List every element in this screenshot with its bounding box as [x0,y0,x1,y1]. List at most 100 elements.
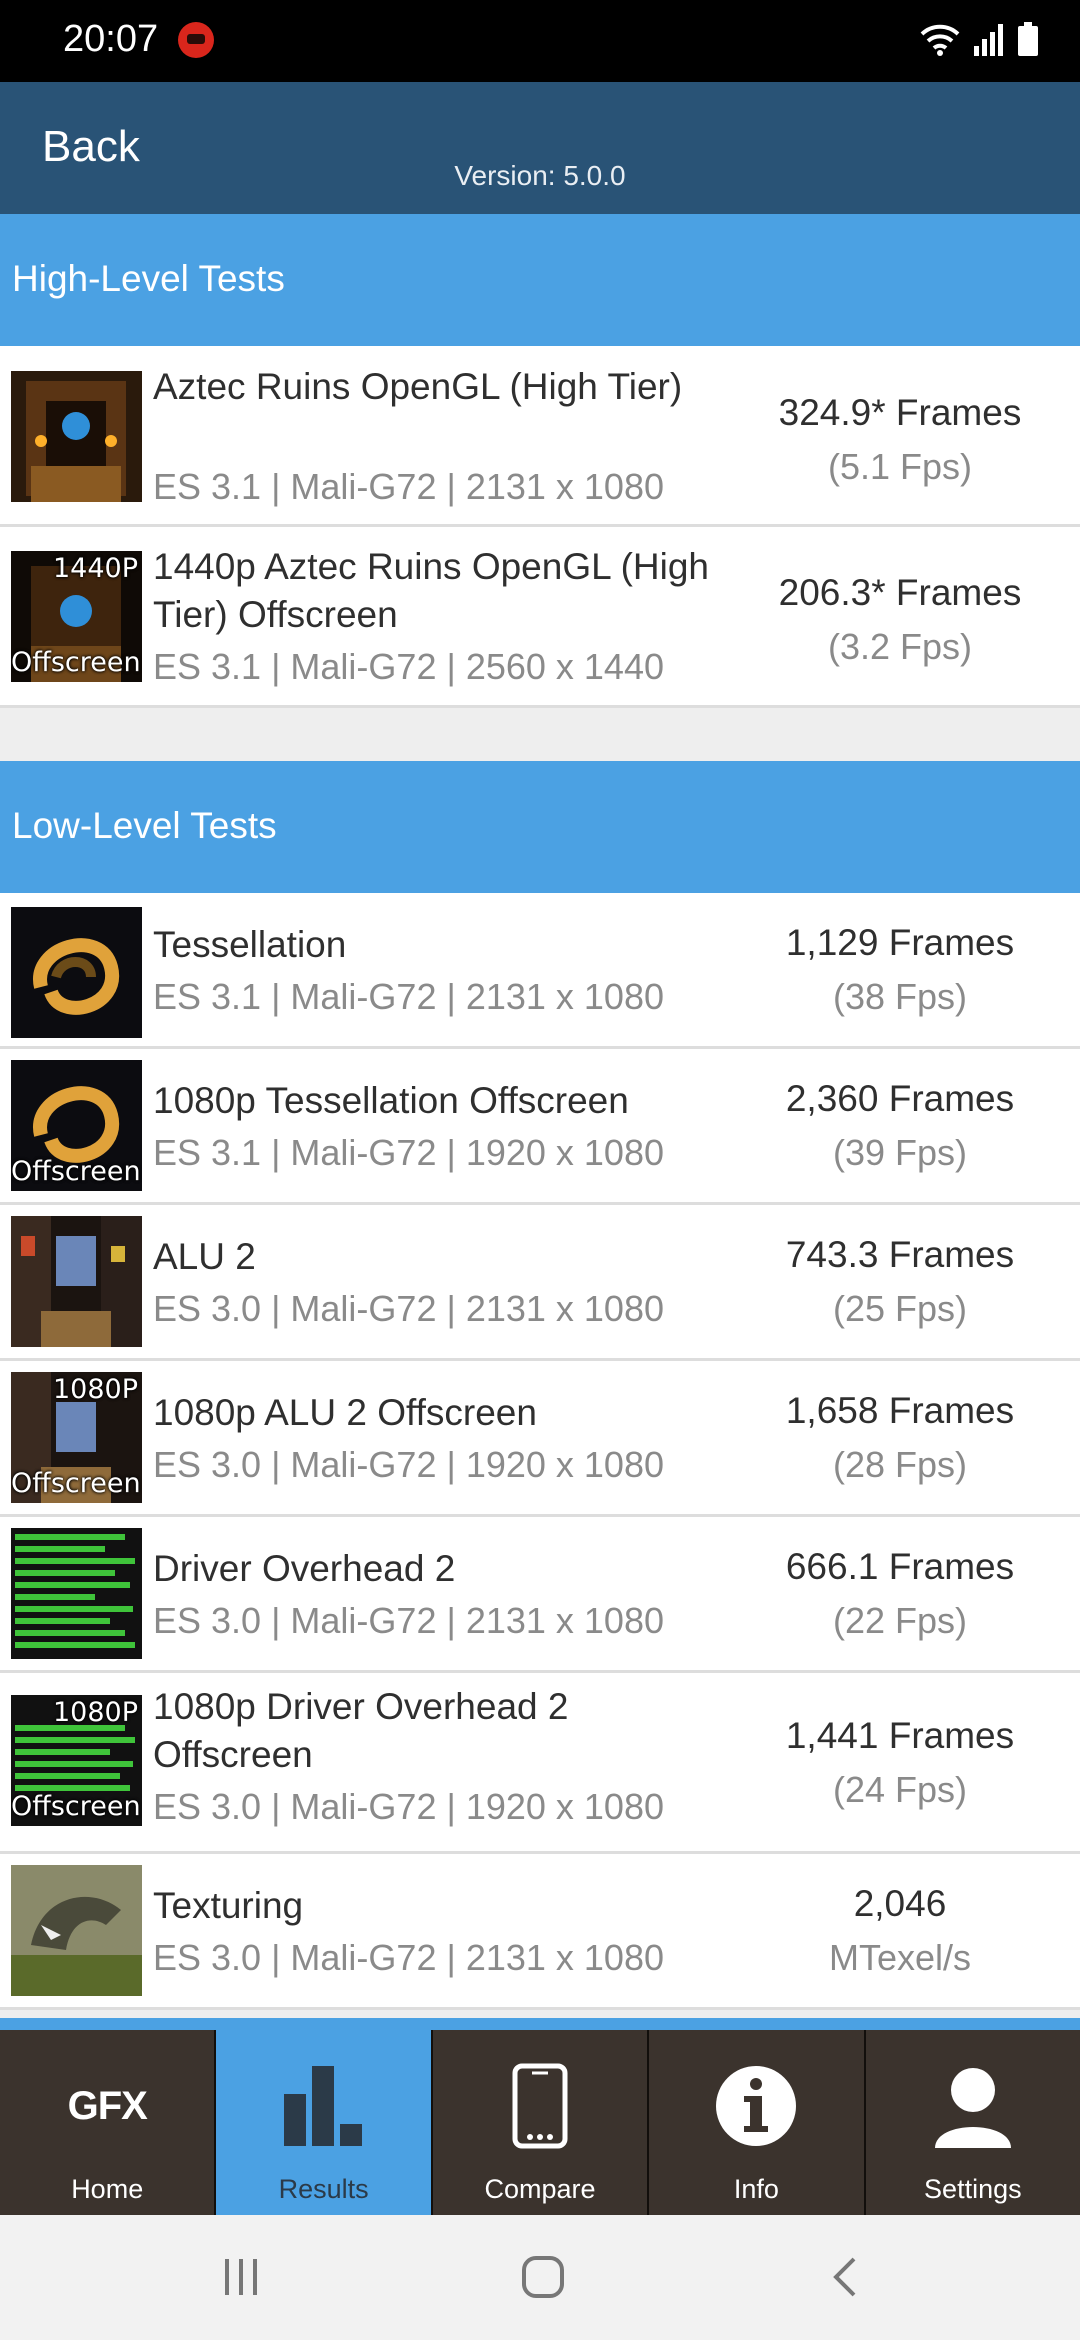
row-title: Driver Overhead 2 [153,1548,456,1589]
row-subtitle: ES 3.0 | Mali-G72 | 2131 x 1080 [153,1600,664,1641]
row-fps: MTexel/s [828,1937,972,1978]
row-score: 743.3 Frames [785,1234,1015,1275]
bar-chart-icon [216,2060,430,2152]
resolution-tag: 1080P [53,1697,138,1728]
driver-overhead-offscreen-thumbnail: 1080P Offscreen [11,1695,142,1826]
row-subtitle: ES 3.1 | Mali-G72 | 2131 x 1080 [153,976,664,1017]
nav-label: Results [278,2174,369,2204]
nav-info[interactable]: Info [649,2030,866,2215]
phone-icon [433,2060,647,2152]
row-score: 2,360 Frames [785,1078,1015,1119]
tessellation-offscreen-thumbnail: Offscreen [11,1060,142,1191]
row-subtitle: ES 3.0 | Mali-G72 | 2131 x 1080 [153,1288,664,1329]
row-title: 1080p Tessellation Offscreen [153,1080,629,1121]
row-title: 1080p Driver Overhead 2 Offscreen [153,1686,569,1775]
alu-thumbnail [11,1216,142,1347]
list-item[interactable]: Texturing ES 3.0 | Mali-G72 | 2131 x 108… [0,1854,1080,2010]
list-item[interactable]: Aztec Ruins OpenGL (High Tier) ES 3.1 | … [0,346,1080,527]
nav-home[interactable]: GFX Home [0,2030,217,2215]
list-item[interactable]: 1440P Offscreen 1440p Aztec Ruins OpenGL… [0,527,1080,708]
offscreen-tag: Offscreen [11,1468,141,1499]
row-fps: (3.2 Fps) [827,626,973,667]
row-score: 1,129 Frames [785,922,1015,963]
row-score: 1,658 Frames [785,1390,1015,1431]
row-score: 2,046 [853,1883,947,1924]
gfx-logo-icon: GFX [0,2060,214,2152]
row-score: 206.3* Frames [778,572,1022,613]
section-title: High-Level Tests [12,258,285,299]
row-fps: (39 Fps) [832,1132,968,1173]
home-icon [522,2256,564,2298]
system-nav-bar [0,2215,1080,2340]
row-title: 1080p ALU 2 Offscreen [153,1392,537,1433]
bottom-nav: GFX Home Results Compare Info Settings [0,2018,1080,2215]
row-title: Tessellation [153,924,347,965]
system-back-button[interactable] [810,2245,880,2309]
battery-icon [1018,22,1038,56]
row-title: Texturing [153,1885,304,1926]
section-header-high-level: High-Level Tests [0,214,1080,346]
status-icons [920,22,1038,56]
row-score: 324.9* Frames [778,392,1022,433]
aztec-thumbnail [11,371,142,502]
wifi-icon [920,24,960,56]
row-fps: (5.1 Fps) [827,446,973,487]
list-item[interactable]: Driver Overhead 2 ES 3.0 | Mali-G72 | 21… [0,1517,1080,1673]
row-fps: (24 Fps) [832,1769,968,1810]
driver-overhead-thumbnail [11,1528,142,1659]
row-subtitle: ES 3.0 | Mali-G72 | 2131 x 1080 [153,1937,664,1978]
row-fps: (25 Fps) [832,1288,968,1329]
version-label: Version: 5.0.0 [454,160,626,191]
row-subtitle: ES 3.1 | Mali-G72 | 2131 x 1080 [153,466,664,507]
signal-icon [974,24,1003,56]
info-icon [649,2060,863,2152]
list-item[interactable]: Offscreen 1080p Tessellation Offscreen E… [0,1049,1080,1205]
offscreen-tag: Offscreen [11,1791,141,1822]
user-icon [866,2060,1080,2152]
status-bar: 20:07 [0,0,1080,82]
nav-settings[interactable]: Settings [866,2030,1080,2215]
low-level-list: Tessellation ES 3.1 | Mali-G72 | 2131 x … [0,893,1080,2010]
tessellation-thumbnail [11,907,142,1038]
recent-apps-button[interactable] [206,2245,276,2309]
nav-compare[interactable]: Compare [433,2030,650,2215]
row-score: 666.1 Frames [785,1546,1015,1587]
row-subtitle: ES 3.1 | Mali-G72 | 1920 x 1080 [153,1132,664,1173]
row-subtitle: ES 3.1 | Mali-G72 | 2560 x 1440 [153,646,664,687]
offscreen-tag: Offscreen [11,1156,141,1187]
app-notification-icon [178,22,214,58]
texturing-thumbnail [11,1865,142,1996]
offscreen-tag: Offscreen [11,647,141,678]
section-header-low-level: Low-Level Tests [0,761,1080,893]
recent-apps-icon [225,2259,257,2295]
row-score: 1,441 Frames [785,1715,1015,1756]
list-item[interactable]: Tessellation ES 3.1 | Mali-G72 | 2131 x … [0,893,1080,1049]
row-title: 1440p Aztec Ruins OpenGL (High Tier) Off… [153,546,710,635]
row-fps: (28 Fps) [832,1444,968,1485]
nav-label: Compare [484,2174,596,2204]
row-title: Aztec Ruins OpenGL (High Tier) [153,366,683,407]
resolution-tag: 1440P [53,553,138,584]
resolution-tag: 1080P [53,1374,138,1405]
row-fps: (22 Fps) [832,1600,968,1641]
gfx-logo-text: GFX [67,2083,148,2128]
row-fps: (38 Fps) [832,976,968,1017]
aztec-offscreen-thumbnail: 1440P Offscreen [11,551,142,682]
section-title: Low-Level Tests [12,805,277,846]
home-button[interactable] [508,2245,578,2309]
alu-offscreen-thumbnail: 1080P Offscreen [11,1372,142,1503]
status-time: 20:07 [63,18,159,60]
nav-label: Home [71,2174,144,2204]
list-item[interactable]: 1080P Offscreen 1080p ALU 2 Offscreen ES… [0,1361,1080,1517]
high-level-list: Aztec Ruins OpenGL (High Tier) ES 3.1 | … [0,346,1080,708]
back-icon [833,2257,856,2297]
nav-label: Settings [924,2174,1022,2204]
nav-results[interactable]: Results [216,2030,433,2215]
list-item[interactable]: ALU 2 ES 3.0 | Mali-G72 | 2131 x 1080 74… [0,1205,1080,1361]
app-header: Back Version: 5.0.0 [0,82,1080,214]
row-subtitle: ES 3.0 | Mali-G72 | 1920 x 1080 [153,1444,664,1485]
row-subtitle: ES 3.0 | Mali-G72 | 1920 x 1080 [153,1786,664,1827]
row-title: ALU 2 [153,1236,256,1277]
list-item[interactable]: 1080P Offscreen 1080p Driver Overhead 2 … [0,1673,1080,1854]
nav-label: Info [733,2174,779,2204]
